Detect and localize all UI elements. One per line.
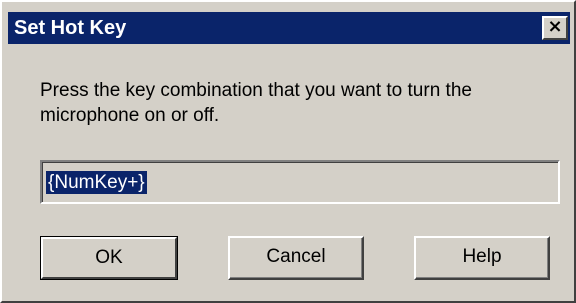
help-button[interactable]: Help <box>414 236 550 280</box>
close-button[interactable]: × <box>542 16 568 40</box>
hotkey-value: {NumKey+} <box>46 171 147 194</box>
instruction-text: Press the key combination that you want … <box>40 80 472 126</box>
hotkey-input[interactable]: {NumKey+} <box>40 160 560 204</box>
ok-button[interactable]: OK <box>40 236 178 280</box>
dialog-title: Set Hot Key <box>14 17 127 39</box>
set-hot-key-dialog: Set Hot Key × Press the key combination … <box>0 0 576 303</box>
title-bar[interactable]: Set Hot Key × <box>8 12 570 44</box>
close-icon: × <box>547 16 563 37</box>
cancel-button[interactable]: Cancel <box>228 236 364 280</box>
ok-button-label: OK <box>41 237 177 279</box>
